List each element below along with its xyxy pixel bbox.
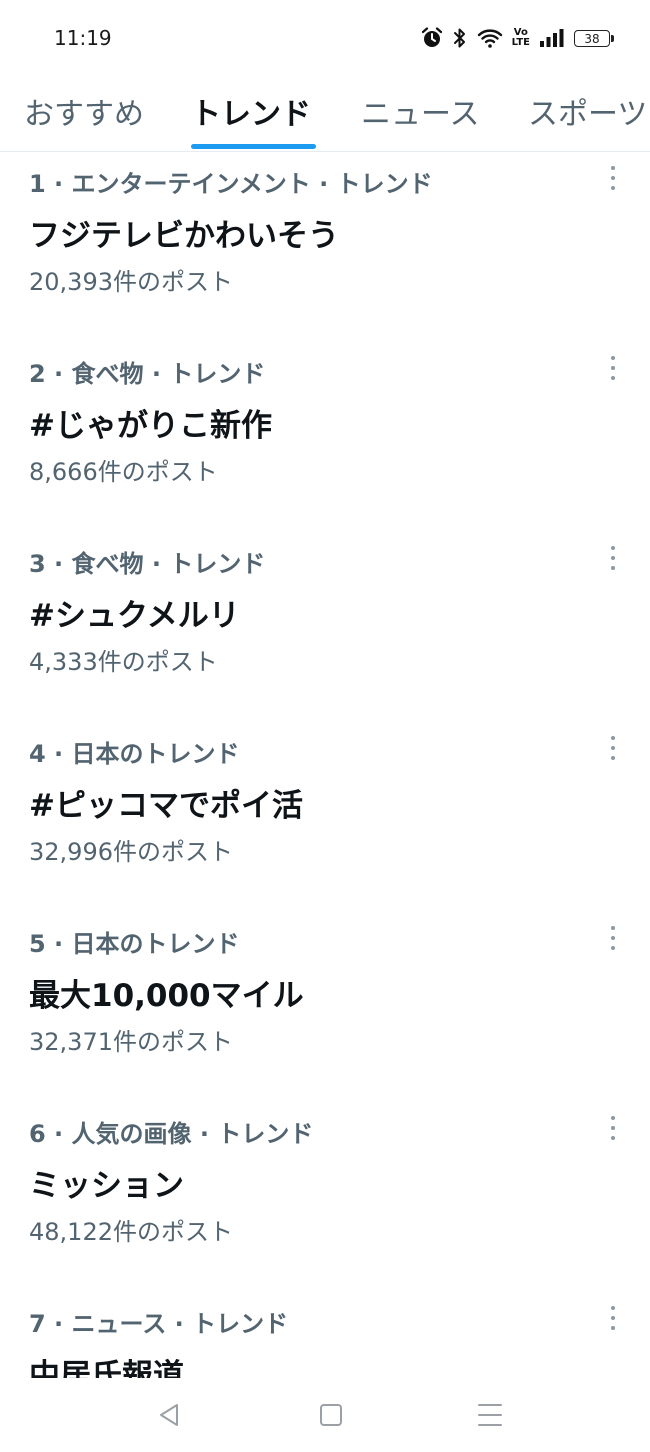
trend-post-count: 48,122件のポスト <box>29 1218 233 1246</box>
trend-item[interactable]: 1 · エンターテインメント · トレンド フジテレビかわいそう 20,393件… <box>0 152 650 342</box>
trend-context: 2 · 食べ物 · トレンド <box>29 360 266 388</box>
wifi-icon <box>477 29 502 48</box>
trend-post-count: 20,393件のポスト <box>29 268 233 296</box>
trend-context: 3 · 食べ物 · トレンド <box>29 550 266 578</box>
trend-context: 5 · 日本のトレンド <box>29 930 240 958</box>
trend-post-count: 4,333件のポスト <box>29 648 218 676</box>
more-options-icon[interactable] <box>598 734 628 762</box>
trend-post-count: 32,371件のポスト <box>29 1028 233 1056</box>
tab-recommended[interactable]: おすすめ <box>24 89 144 133</box>
more-options-icon[interactable] <box>598 1304 628 1332</box>
more-options-icon[interactable] <box>598 1114 628 1142</box>
more-options-icon[interactable] <box>598 924 628 952</box>
trend-context: 1 · エンターテインメント · トレンド <box>29 170 433 198</box>
trend-item[interactable]: 2 · 食べ物 · トレンド #じゃがりこ新作 8,666件のポスト <box>0 342 650 532</box>
status-bar: 11:19 Vo LTE 38 <box>0 0 650 75</box>
tab-bar: おすすめ トレンド ニュース スポーツ <box>0 75 650 152</box>
trend-list: 1 · エンターテインメント · トレンド フジテレビかわいそう 20,393件… <box>0 152 650 1378</box>
system-nav-bar <box>0 1378 650 1452</box>
status-icons: Vo LTE 38 <box>421 24 614 52</box>
bluetooth-icon <box>453 28 465 48</box>
battery-icon: 38 <box>574 29 614 47</box>
more-options-icon[interactable] <box>598 354 628 382</box>
more-options-icon[interactable] <box>598 164 628 192</box>
trend-item[interactable]: 6 · 人気の画像 · トレンド ミッション 48,122件のポスト <box>0 1102 650 1292</box>
trend-title: 最大10,000マイル <box>29 978 304 1014</box>
volte-bottom: LTE <box>511 37 530 48</box>
menu-icon[interactable] <box>470 1398 510 1432</box>
trend-title: #シュクメルリ <box>29 598 240 634</box>
trend-title: #ピッコマでポイ活 <box>29 788 303 824</box>
tab-trending[interactable]: トレンド <box>191 89 311 133</box>
trend-post-count: 32,996件のポスト <box>29 838 233 866</box>
home-icon[interactable] <box>311 1398 351 1432</box>
trend-title: #じゃがりこ新作 <box>29 408 272 444</box>
trend-context: 7 · ニュース · トレンド <box>29 1310 289 1338</box>
active-tab-indicator <box>191 144 316 149</box>
trend-context: 4 · 日本のトレンド <box>29 740 240 768</box>
status-time: 11:19 <box>54 26 112 50</box>
trend-title: フジテレビかわいそう <box>29 218 339 254</box>
trend-title: 中居氏報道 <box>29 1358 184 1378</box>
signal-icon <box>540 29 564 47</box>
trend-item[interactable]: 3 · 食べ物 · トレンド #シュクメルリ 4,333件のポスト <box>0 532 650 722</box>
trend-item[interactable]: 7 · ニュース · トレンド 中居氏報道 <box>0 1292 650 1378</box>
trend-item[interactable]: 4 · 日本のトレンド #ピッコマでポイ活 32,996件のポスト <box>0 722 650 912</box>
trend-context: 6 · 人気の画像 · トレンド <box>29 1120 314 1148</box>
trend-title: ミッション <box>29 1168 184 1204</box>
trend-post-count: 8,666件のポスト <box>29 458 218 486</box>
tab-news[interactable]: ニュース <box>361 89 480 133</box>
back-icon[interactable] <box>150 1398 190 1432</box>
trend-item[interactable]: 5 · 日本のトレンド 最大10,000マイル 32,371件のポスト <box>0 912 650 1102</box>
battery-level: 38 <box>584 31 600 46</box>
volte-icon: Vo LTE <box>512 28 530 48</box>
tab-sports[interactable]: スポーツ <box>528 89 647 133</box>
more-options-icon[interactable] <box>598 544 628 572</box>
alarm-icon <box>421 27 442 47</box>
